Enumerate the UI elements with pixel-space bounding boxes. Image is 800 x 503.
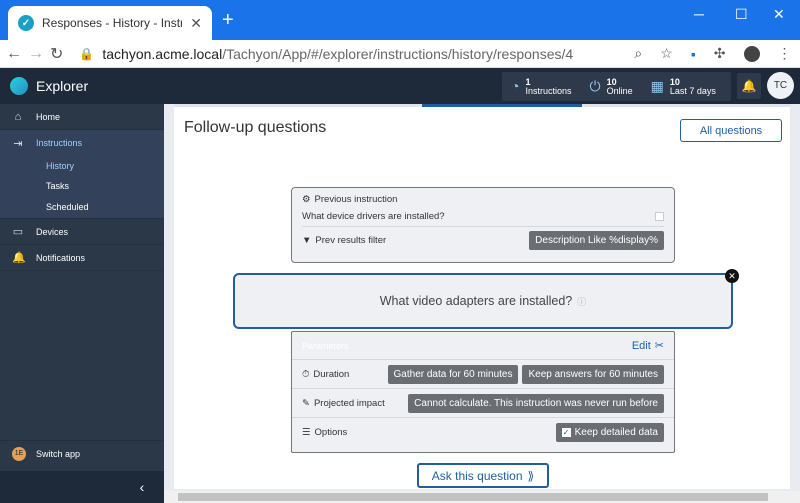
- impact-row: ✎ Projected impact Cannot calculate. Thi…: [292, 389, 674, 418]
- sidebar-item-devices[interactable]: ▭ Devices: [0, 219, 164, 245]
- impact-value-chip: Cannot calculate. This instruction was n…: [408, 393, 664, 413]
- edit-parameters-button[interactable]: Edit ✂: [632, 339, 664, 353]
- list-icon: ☰: [302, 427, 311, 438]
- power-icon: ⏻: [589, 78, 601, 94]
- url-host: tachyon.acme.local: [102, 45, 223, 62]
- new-tab-icon[interactable]: +: [222, 10, 234, 30]
- browser-tab-bar: ✓ Responses - History - Instruction ✕ + …: [0, 0, 800, 40]
- sidebar: ⌂ Home ⇥ Instructions History Tasks Sche…: [0, 104, 164, 503]
- explorer-logo-icon: [10, 77, 28, 95]
- question-text: What video adapters are installed?: [379, 294, 573, 308]
- previous-instruction-heading: Previous instruction: [314, 194, 398, 205]
- url-path: /Tachyon/App/#/explorer/instructions/his…: [222, 45, 574, 62]
- reload-icon[interactable]: ↻: [50, 44, 63, 64]
- sidebar-subitem-scheduled[interactable]: Scheduled: [0, 196, 164, 218]
- 1e-logo-icon: 1E: [12, 446, 26, 461]
- question-box[interactable]: What video adapters are installed? ⓘ: [233, 273, 733, 329]
- gear-icon: ⚙: [302, 194, 311, 205]
- sidebar-item-instructions[interactable]: ⇥ Instructions: [0, 130, 164, 156]
- previous-instruction-card: ⚙ Previous instruction What device drive…: [291, 187, 675, 263]
- impact-label: Projected impact: [313, 397, 385, 409]
- filter-icon: ▼: [302, 235, 312, 246]
- close-icon[interactable]: ✕: [725, 269, 739, 283]
- stat-instructions[interactable]: ◔ 1 Instructions: [502, 77, 581, 96]
- stat-online[interactable]: ⏻ 10 Online: [581, 77, 642, 96]
- bell-icon: 🔔: [12, 252, 26, 264]
- previous-question: What device drivers are installed?: [302, 211, 445, 222]
- info-icon[interactable]: ⓘ: [577, 295, 586, 308]
- maximize-icon[interactable]: ☐: [735, 6, 748, 23]
- all-questions-button[interactable]: All questions: [680, 119, 782, 142]
- user-avatar[interactable]: TC: [767, 72, 794, 99]
- duration-label: Duration: [313, 368, 350, 380]
- sidebar-group-instructions: ⇥ Instructions History Tasks Scheduled: [0, 130, 164, 219]
- tachyon-favicon-icon: ✓: [18, 15, 34, 31]
- options-label: Options: [314, 427, 348, 438]
- tools-icon: ✂: [654, 340, 664, 352]
- collapse-sidebar-icon[interactable]: ‹: [0, 471, 164, 503]
- parameters-heading: Parameters: [302, 340, 349, 351]
- wrench-icon: ✎: [302, 397, 310, 409]
- send-icon: ⟫: [527, 468, 535, 483]
- sidebar-item-home[interactable]: ⌂ Home: [0, 104, 164, 130]
- scrollbar-thumb[interactable]: [178, 493, 768, 501]
- parameters-panel: Parameters Edit ✂ ⏱ Duration Gather data…: [291, 331, 675, 453]
- lock-icon: 🔒: [79, 46, 95, 61]
- keep-duration-chip[interactable]: Keep answers for 60 minutes: [522, 364, 664, 384]
- stopwatch-icon: ⏱: [302, 368, 310, 380]
- instructions-icon: ⇥: [13, 137, 23, 150]
- calendar-icon: ▦: [650, 78, 664, 94]
- home-icon: ⌂: [14, 110, 22, 123]
- extensions-icon[interactable]: ✣: [714, 45, 726, 62]
- search-icon[interactable]: ⌕: [634, 45, 642, 62]
- close-window-icon[interactable]: ✕: [773, 6, 785, 23]
- checkmark-icon: ✓: [561, 428, 571, 437]
- keep-detailed-data-checkbox[interactable]: ✓ Keep detailed data: [555, 423, 664, 442]
- chat-extension-icon[interactable]: ▪: [691, 46, 696, 62]
- sidebar-item-notifications[interactable]: 🔔 Notifications: [0, 245, 164, 271]
- devices-icon: ▭: [12, 226, 24, 238]
- sidebar-subitem-history[interactable]: History: [0, 156, 164, 176]
- gather-duration-chip[interactable]: Gather data for 60 minutes: [387, 364, 519, 384]
- stats-bar: ◔ 1 Instructions ⏻ 10 Online ▦ 10 Last 7 da…: [502, 72, 731, 101]
- menu-icon[interactable]: ⋮: [778, 45, 792, 62]
- horizontal-scrollbar[interactable]: [164, 491, 800, 503]
- page-title: Follow-up questions: [184, 119, 327, 136]
- sidebar-subitem-tasks[interactable]: Tasks: [0, 176, 164, 196]
- notifications-bell-icon[interactable]: 🔔: [737, 73, 761, 99]
- filter-label: Prev results filter: [315, 235, 387, 246]
- browser-tab[interactable]: ✓ Responses - History - Instruction ✕: [8, 6, 212, 40]
- duration-row: ⏱ Duration Gather data for 60 minutes Ke…: [292, 360, 674, 389]
- forward-icon[interactable]: →: [28, 45, 44, 63]
- profile-icon[interactable]: [743, 45, 760, 62]
- filter-value-chip: Description Like %display%: [529, 231, 664, 250]
- options-row: ☰ Options ✓ Keep detailed data: [292, 418, 674, 447]
- url-field[interactable]: 🔒 tachyon.acme.local/Tachyon/App/#/explo…: [79, 42, 634, 66]
- minimize-icon[interactable]: ─: [694, 6, 704, 22]
- previous-checkbox[interactable]: [655, 212, 664, 221]
- app-name: Explorer: [36, 78, 89, 94]
- ask-question-button[interactable]: Ask this question ⟫: [417, 463, 549, 488]
- back-icon[interactable]: ←: [6, 45, 22, 63]
- follow-up-panel: Follow-up questions All questions ⚙ Prev…: [174, 107, 790, 489]
- switch-app-button[interactable]: 1E Switch app: [0, 440, 164, 466]
- tab-close-icon[interactable]: ✕: [190, 15, 202, 32]
- stat-last-7-days[interactable]: ▦ 10 Last 7 days: [642, 77, 725, 96]
- app-header: Explorer ◔ 1 Instructions ⏻ 10 Online ▦ 10…: [0, 68, 800, 104]
- main-content: Follow-up questions All questions ⚙ Prev…: [164, 104, 800, 503]
- star-icon[interactable]: ☆: [660, 45, 673, 62]
- tab-title: Responses - History - Instruction: [42, 16, 183, 30]
- gauge-icon: ◔: [511, 78, 520, 94]
- address-bar: ← → ↻ 🔒 tachyon.acme.local/Tachyon/App/#…: [0, 40, 800, 68]
